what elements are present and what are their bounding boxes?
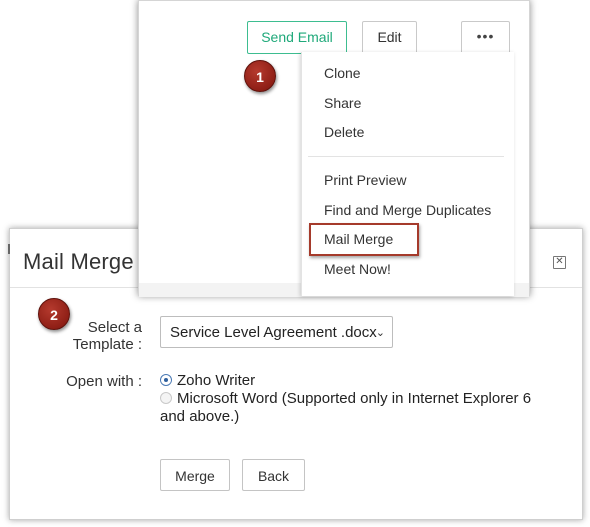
template-label-line2: Template : xyxy=(72,336,142,353)
step-badge-1: 1 xyxy=(244,60,276,92)
mail-merge-highlight xyxy=(309,223,419,256)
back-button[interactable]: Back xyxy=(242,459,305,491)
close-icon[interactable]: ✕ xyxy=(553,256,566,269)
menu-item-print-preview[interactable]: Print Preview xyxy=(324,172,406,188)
send-email-button[interactable]: Send Email xyxy=(247,21,347,54)
menu-item-meet-now[interactable]: Meet Now! xyxy=(324,261,391,277)
more-options-button[interactable]: ••• xyxy=(461,21,510,54)
step-badge-2: 2 xyxy=(38,298,70,330)
open-with-label: Open with : xyxy=(66,373,142,390)
template-select[interactable]: Service Level Agreement .docx ⌄ xyxy=(160,316,393,348)
menu-item-find-merge-duplicates[interactable]: Find and Merge Duplicates xyxy=(324,202,491,218)
menu-item-share[interactable]: Share xyxy=(324,95,361,111)
menu-divider xyxy=(308,156,504,157)
dialog-title: Mail Merge xyxy=(23,249,134,274)
merge-button[interactable]: Merge xyxy=(160,459,230,491)
edit-button[interactable]: Edit xyxy=(362,21,417,54)
template-select-value: Service Level Agreement .docx xyxy=(170,324,377,341)
option-microsoft-word-label-cont: and above.) xyxy=(160,408,240,425)
chevron-down-icon: ⌄ xyxy=(375,327,385,339)
menu-item-delete[interactable]: Delete xyxy=(324,124,364,140)
option-zoho-writer[interactable]: Zoho Writer xyxy=(160,372,255,389)
menu-item-clone[interactable]: Clone xyxy=(324,65,361,81)
left-edge-marker xyxy=(8,244,10,254)
radio-unchecked-icon[interactable] xyxy=(160,392,172,404)
option-microsoft-word-label: Microsoft Word (Supported only in Intern… xyxy=(177,390,532,407)
option-microsoft-word[interactable]: Microsoft Word (Supported only in Intern… xyxy=(160,390,560,407)
option-zoho-writer-label: Zoho Writer xyxy=(177,372,256,389)
radio-checked-icon[interactable] xyxy=(160,374,172,386)
more-options-menu: Clone Share Delete Print Preview Find an… xyxy=(301,52,514,296)
